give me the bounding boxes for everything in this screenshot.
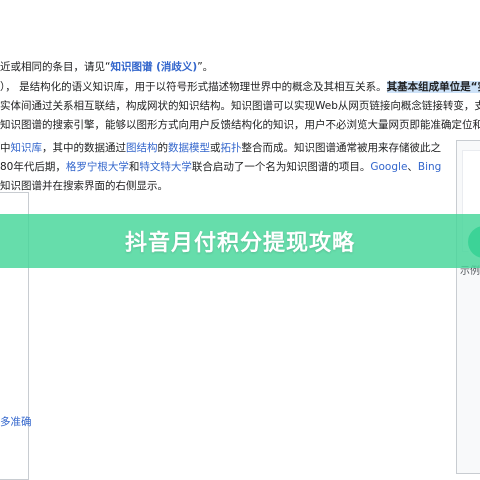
text-span: 或 [210, 142, 221, 154]
link-knowledge-base[interactable]: 知识库 [11, 142, 43, 154]
text-span: ，其中的数据通过 [42, 142, 126, 154]
paragraph-2-line-2: 80年代后期，格罗宁根大学和特文特大学联合启动了一个名为知识图谱的项目。Goog… [0, 160, 441, 174]
hatnote-disambiguation-link[interactable]: 知识图谱 (消歧义) [110, 61, 197, 73]
text-span: 中 [0, 142, 11, 154]
hatnote: 近或相同的条目，请见“知识图谱 (消歧义)”。 [0, 60, 213, 74]
text-span: 联合启动了一个名为知识图谱的项目。 [191, 161, 371, 173]
link-data-model[interactable]: 数据模型 [168, 142, 210, 154]
paragraph-1-line-2: 实体间通过关系相互联结，构成网状的知识结构。知识图谱可以实现Web从网页链接向概… [0, 100, 480, 112]
banner-title: 抖音月付积分提现攻略 [124, 231, 355, 256]
link-twente[interactable]: 特文特大学 [139, 161, 192, 173]
text-span: 整合而成。知识图谱通常被用来存储彼此之 [241, 142, 442, 154]
hatnote-prefix: 近或相同的条目，请见“ [0, 61, 111, 73]
text-span: 、 [407, 161, 418, 173]
text-span: 80年代后期， [0, 161, 66, 173]
paragraph-1-line-3: 知识图谱的搜索引擎，能够以图形方式向用户反馈结构化的知识，用户不必浏览大量网页即… [0, 119, 480, 131]
paragraph-1-line-1: ）， 是结构化的语义知识库，用于以符号形式描述物理世界中的概念及其相互关系。其基… [0, 80, 480, 94]
hatnote-suffix: ”。 [197, 61, 214, 73]
link-graph-structure[interactable]: 图结构 [126, 142, 158, 154]
link-google[interactable]: Google [370, 161, 407, 173]
wiki-article-page: 近或相同的条目，请见“知识图谱 (消歧义)”。 ）， 是结构化的语义知识库，用于… [0, 0, 480, 480]
link-groningen[interactable]: 格罗宁根大学 [66, 161, 129, 173]
highlighted-text: 其基本组成单位是“实 [386, 81, 480, 93]
paragraph-2-line-1: 中知识库，其中的数据通过图结构的数据模型或拓扑整合而成。知识图谱通常被用来存储彼… [0, 141, 441, 155]
text-span: 和 [128, 161, 140, 173]
paragraph-2-line-3: 知识图谱并在搜索界面的右侧显示。 [0, 180, 168, 192]
link-bing[interactable]: Bing [418, 161, 441, 173]
left-infobox-link[interactable]: 多准确 [0, 414, 32, 429]
text-span: 的 [157, 142, 169, 154]
title-banner: 抖音月付积分提现攻略 [0, 214, 480, 268]
paragraph-1-text: ）， 是结构化的语义知识库，用于以符号形式描述物理世界中的概念及其相互关系。 [0, 81, 387, 93]
link-topology[interactable]: 拓扑 [221, 142, 242, 154]
